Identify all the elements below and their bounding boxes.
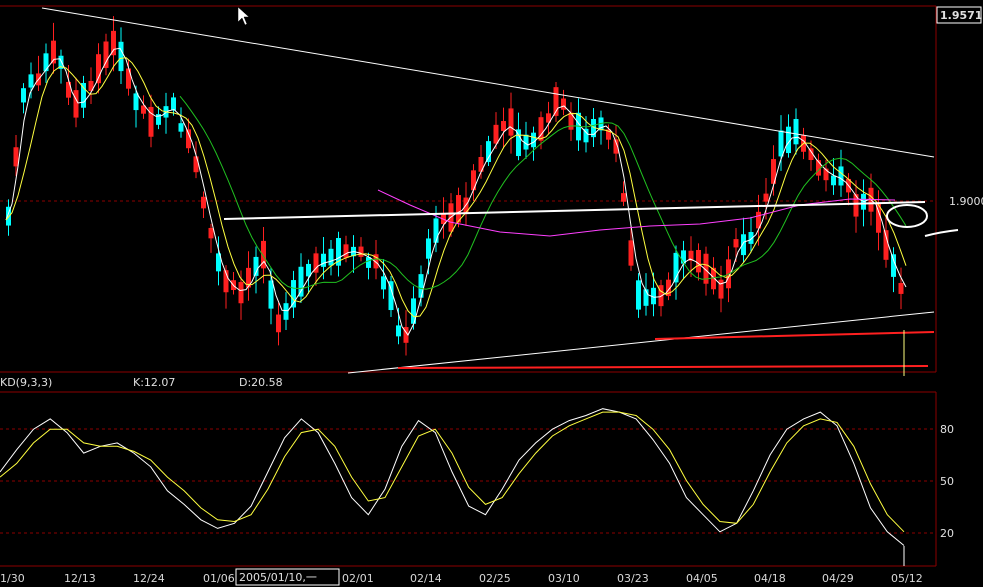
candle-body	[471, 170, 476, 191]
x-tick-label: 03/10	[548, 572, 580, 585]
candle-body	[268, 280, 274, 309]
candle-body	[898, 282, 904, 294]
candle-body	[111, 30, 116, 56]
candle-body	[276, 314, 281, 333]
candles	[6, 16, 904, 356]
upper-trendline	[41, 7, 935, 158]
candle-body	[306, 263, 311, 277]
candle-body	[178, 123, 184, 132]
kd-panel-frame	[0, 391, 937, 567]
kd-level-20: 20	[940, 527, 954, 540]
support-line-2	[397, 365, 929, 369]
candle-body	[628, 240, 634, 266]
candle-body	[778, 130, 784, 157]
candle-body	[418, 274, 424, 298]
candle-body	[831, 175, 836, 186]
x-tick-label: 02/01	[342, 572, 374, 585]
support-line-1	[654, 331, 935, 340]
candle-body	[531, 132, 536, 148]
candle-body	[718, 279, 724, 299]
trend-lines	[41, 7, 959, 376]
candle-body	[103, 41, 109, 68]
kd-level-50: 50	[940, 475, 954, 488]
neckline	[223, 201, 926, 220]
candle-body	[486, 141, 491, 163]
moving-average-line	[5, 47, 907, 336]
candle-body	[118, 41, 124, 72]
candle-body	[133, 93, 139, 111]
candle-body	[763, 193, 769, 202]
candle-body	[358, 246, 364, 257]
moving-averages	[5, 47, 907, 336]
candle-body	[493, 124, 499, 144]
candle-body	[28, 74, 34, 88]
lower-trendline	[347, 311, 935, 374]
candle-body	[501, 121, 506, 131]
candle-body	[396, 325, 401, 337]
kd-indicator-label: KD(9,3,3)	[0, 376, 52, 389]
x-tick-label: 12/24	[133, 572, 165, 585]
candle-body	[426, 238, 431, 259]
x-tick-label: 12/13	[64, 572, 96, 585]
x-tick-label: 04/18	[754, 572, 786, 585]
candle-body	[13, 147, 19, 167]
candle-body	[43, 53, 49, 72]
ref-level-label: 1.9000	[949, 195, 983, 208]
d-value-label: D:20.58	[239, 376, 283, 389]
candle-body	[793, 118, 799, 145]
mouse-cursor-icon	[237, 6, 250, 26]
candle-body	[741, 234, 746, 256]
candle-body	[621, 193, 626, 202]
x-axis: 1/30 12/13 12/24 01/06 02/01 02/14 02/25…	[0, 572, 923, 585]
candle-body	[838, 166, 844, 186]
candle-body	[696, 249, 701, 273]
candle-body	[366, 257, 371, 268]
last-price-label: 1.9571	[940, 9, 982, 22]
candle-body	[126, 68, 131, 89]
k-value-label: K:12.07	[133, 376, 175, 389]
moving-average-line	[5, 57, 907, 318]
candle-body	[381, 276, 386, 290]
candle-body	[298, 266, 304, 297]
candle-body	[636, 280, 641, 310]
x-tick-label: 04/05	[686, 572, 718, 585]
candle-body	[283, 303, 289, 320]
x-tick-label: 1/30	[0, 572, 25, 585]
price-chart: 1.9571 1.9000 KD(9,3,3) K:12.07 D:20.58 …	[0, 5, 983, 586]
candle-body	[321, 253, 326, 267]
candle-body	[733, 239, 739, 248]
candle-body	[193, 156, 199, 173]
candle-body	[328, 248, 334, 266]
candle-body	[96, 54, 101, 84]
candle-body	[238, 282, 244, 304]
x-tick-label: 05/12	[891, 572, 923, 585]
candle-body	[508, 108, 514, 136]
candle-body	[73, 90, 79, 118]
price-panel-frame	[0, 5, 937, 373]
candle-body	[433, 218, 439, 243]
pen-stroke	[924, 229, 959, 237]
highlight-ellipse	[886, 204, 928, 228]
x-tick-label: 02/25	[479, 572, 511, 585]
candle-body	[516, 129, 521, 157]
candle-body	[21, 88, 26, 103]
candle-body	[81, 83, 86, 108]
candle-body	[208, 227, 214, 239]
candle-body	[343, 244, 349, 258]
x-tick-label: 02/14	[410, 572, 442, 585]
cursor-date-label: 2005/01/10,一	[239, 571, 317, 584]
x-tick-label: 04/29	[822, 572, 854, 585]
candle-body	[201, 196, 206, 209]
kd-level-80: 80	[940, 423, 954, 436]
x-tick-label: 01/06	[203, 572, 235, 585]
candle-body	[561, 98, 566, 110]
x-tick-label: 03/23	[617, 572, 649, 585]
candle-body	[171, 97, 176, 111]
